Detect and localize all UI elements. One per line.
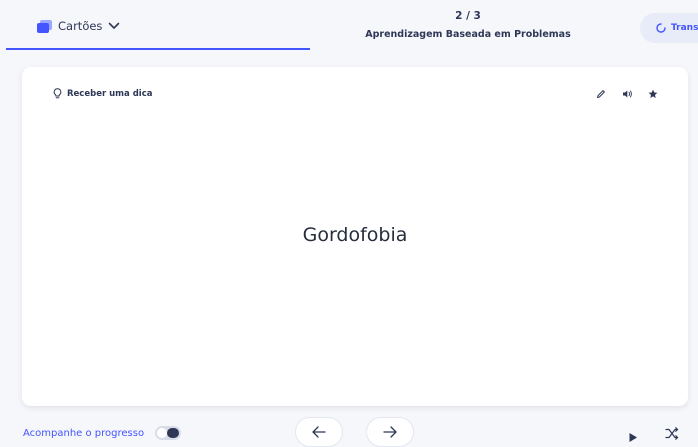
toggle-indicator [167, 428, 179, 438]
shuffle-button[interactable] [665, 425, 679, 444]
play-icon [629, 433, 637, 442]
toggle-knob [157, 428, 167, 438]
card-actions [582, 87, 660, 101]
transform-button[interactable]: Transf [640, 13, 698, 43]
hint-button[interactable]: Receber uma dica [53, 88, 153, 99]
shuffle-icon [665, 427, 679, 440]
active-mode-underline [6, 48, 310, 50]
autoplay-button[interactable] [628, 428, 638, 447]
audio-button[interactable] [620, 87, 634, 101]
edit-button[interactable] [594, 87, 608, 101]
previous-card-button[interactable] [295, 417, 343, 447]
arrow-right-icon [383, 426, 397, 438]
lightbulb-icon [53, 88, 62, 99]
star-button[interactable] [646, 87, 660, 101]
deck-title: Aprendizagem Baseada em Problemas [365, 29, 571, 40]
star-icon [648, 89, 658, 98]
next-card-button[interactable] [366, 417, 414, 447]
study-mode-dropdown[interactable]: Cartões [37, 19, 120, 33]
progress-tracking-label: Acompanhe o progresso [23, 428, 145, 439]
arrow-left-icon [312, 426, 326, 438]
transform-button-label: Transf [671, 23, 698, 33]
card-counter: 2 / 3 [455, 10, 481, 22]
chevron-down-icon [109, 22, 120, 29]
hint-label: Receber uma dica [67, 88, 153, 99]
cards-icon [37, 19, 52, 33]
pencil-icon [597, 90, 605, 98]
study-mode-label: Cartões [58, 19, 103, 33]
card-term: Gordofobia [302, 224, 408, 246]
progress-tracking-toggle[interactable] [155, 426, 181, 440]
speaker-icon [622, 90, 632, 98]
loading-icon [656, 23, 666, 33]
flashcard[interactable]: Receber uma dica Gordofobia [22, 67, 688, 406]
top-bar: Cartões 2 / 3 Aprendizagem Baseada em Pr… [0, 0, 698, 50]
